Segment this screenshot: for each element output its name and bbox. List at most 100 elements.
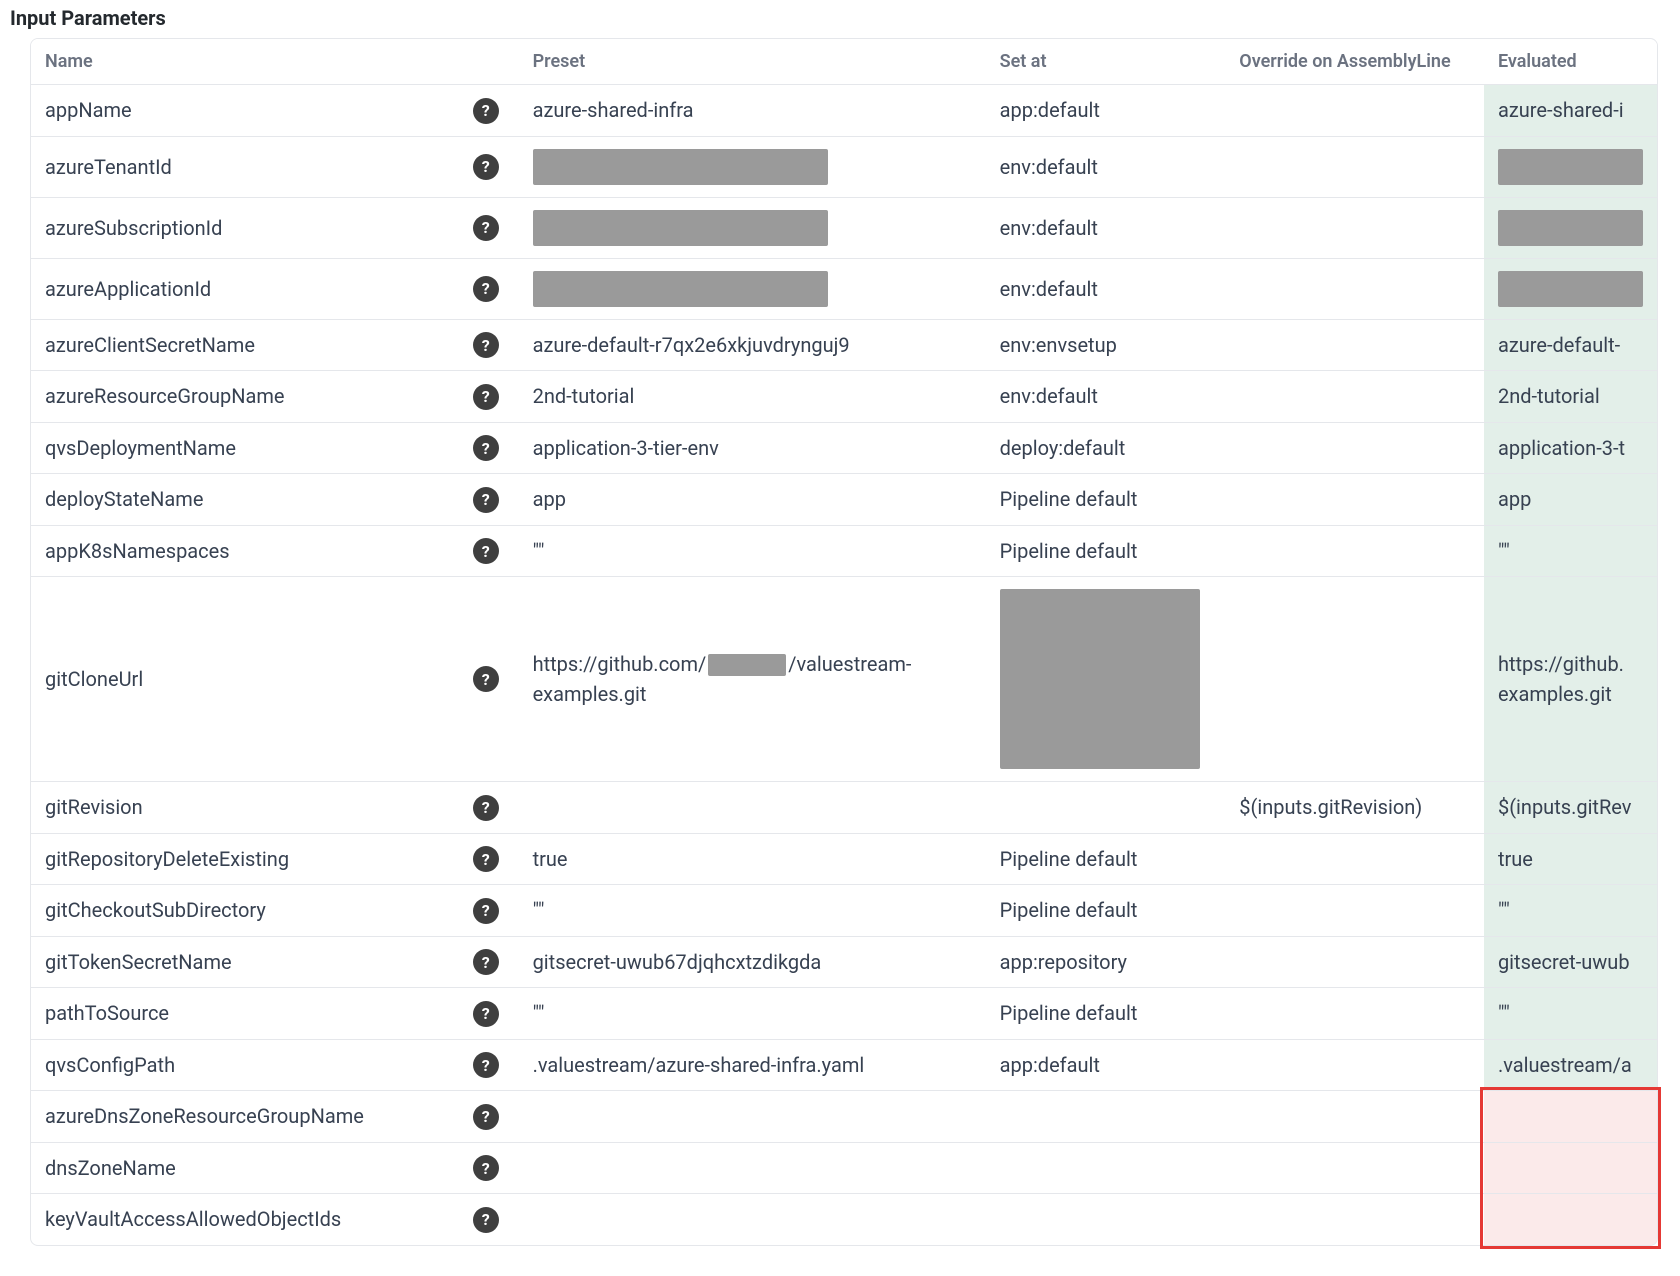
help-icon[interactable]: ? xyxy=(473,666,499,692)
param-help-cell: ? xyxy=(459,474,519,526)
help-icon[interactable]: ? xyxy=(473,1001,499,1027)
param-name: azureSubscriptionId xyxy=(31,197,459,258)
param-evaluated: .valuestream/a xyxy=(1484,1039,1657,1091)
param-setat xyxy=(986,1194,1226,1245)
help-icon[interactable]: ? xyxy=(473,1207,499,1233)
param-name: azureTenantId xyxy=(31,136,459,197)
param-override xyxy=(1225,1142,1484,1194)
param-help-cell: ? xyxy=(459,833,519,885)
table-row: gitCloneUrl?https://github.com//valuestr… xyxy=(31,577,1657,782)
param-setat: env:default xyxy=(986,371,1226,423)
help-icon[interactable]: ? xyxy=(473,846,499,872)
help-icon[interactable]: ? xyxy=(473,898,499,924)
param-help-cell: ? xyxy=(459,85,519,137)
col-setat: Set at xyxy=(986,39,1226,85)
param-override xyxy=(1225,1194,1484,1245)
param-override xyxy=(1225,197,1484,258)
param-preset xyxy=(519,136,986,197)
parameters-table: Name Preset Set at Override on AssemblyL… xyxy=(31,39,1657,1245)
param-help-cell: ? xyxy=(459,525,519,577)
help-icon[interactable]: ? xyxy=(473,154,499,180)
param-evaluated xyxy=(1484,197,1657,258)
param-preset xyxy=(519,1142,986,1194)
parameters-table-wrapper: Name Preset Set at Override on AssemblyL… xyxy=(30,38,1658,1246)
param-setat: env:default xyxy=(986,136,1226,197)
table-row: azureResourceGroupName?2nd-tutorialenv:d… xyxy=(31,371,1657,423)
param-name: dnsZoneName xyxy=(31,1142,459,1194)
redacted-block xyxy=(1498,210,1643,246)
param-preset xyxy=(519,197,986,258)
param-name: appK8sNamespaces xyxy=(31,525,459,577)
help-icon[interactable]: ? xyxy=(473,949,499,975)
param-setat: Pipeline default xyxy=(986,885,1226,937)
param-name: keyVaultAccessAllowedObjectIds xyxy=(31,1194,459,1245)
param-override xyxy=(1225,577,1484,782)
param-preset: "" xyxy=(519,885,986,937)
param-help-cell: ? xyxy=(459,988,519,1040)
param-override xyxy=(1225,988,1484,1040)
help-icon[interactable]: ? xyxy=(473,332,499,358)
param-preset xyxy=(519,782,986,834)
param-help-cell: ? xyxy=(459,1194,519,1245)
param-help-cell: ? xyxy=(459,258,519,319)
help-icon[interactable]: ? xyxy=(473,215,499,241)
param-help-cell: ? xyxy=(459,422,519,474)
table-header-row: Name Preset Set at Override on AssemblyL… xyxy=(31,39,1657,85)
help-icon[interactable]: ? xyxy=(473,435,499,461)
param-help-cell: ? xyxy=(459,782,519,834)
help-icon[interactable]: ? xyxy=(473,1155,499,1181)
param-evaluated: app xyxy=(1484,474,1657,526)
param-override xyxy=(1225,525,1484,577)
param-name: gitRevision xyxy=(31,782,459,834)
param-override xyxy=(1225,85,1484,137)
table-row: appK8sNamespaces?""Pipeline default"" xyxy=(31,525,1657,577)
help-icon[interactable]: ? xyxy=(473,384,499,410)
param-preset: "" xyxy=(519,988,986,1040)
param-evaluated xyxy=(1484,136,1657,197)
table-row: azureTenantId? env:default xyxy=(31,136,1657,197)
param-evaluated xyxy=(1484,1142,1657,1194)
param-override xyxy=(1225,1091,1484,1143)
param-evaluated: application-3-t xyxy=(1484,422,1657,474)
param-override xyxy=(1225,319,1484,371)
param-help-cell: ? xyxy=(459,936,519,988)
param-preset xyxy=(519,258,986,319)
table-row: azureClientSecretName?azure-default-r7qx… xyxy=(31,319,1657,371)
help-icon[interactable]: ? xyxy=(473,276,499,302)
param-preset: https://github.com//valuestream-examples… xyxy=(519,577,986,782)
param-name: azureClientSecretName xyxy=(31,319,459,371)
param-setat xyxy=(986,782,1226,834)
help-icon[interactable]: ? xyxy=(473,538,499,564)
param-evaluated xyxy=(1484,1194,1657,1245)
help-icon[interactable]: ? xyxy=(473,1052,499,1078)
redacted-block xyxy=(533,149,828,185)
param-setat: Pipeline default xyxy=(986,525,1226,577)
param-setat: app:repository xyxy=(986,936,1226,988)
param-preset: true xyxy=(519,833,986,885)
redacted-block xyxy=(533,271,828,307)
help-icon[interactable]: ? xyxy=(473,795,499,821)
col-evaluated: Evaluated xyxy=(1484,39,1657,85)
col-name: Name xyxy=(31,39,519,85)
param-override xyxy=(1225,474,1484,526)
col-preset: Preset xyxy=(519,39,986,85)
param-evaluated: true xyxy=(1484,833,1657,885)
param-preset: 2nd-tutorial xyxy=(519,371,986,423)
help-icon[interactable]: ? xyxy=(473,1104,499,1130)
col-override: Override on AssemblyLine xyxy=(1225,39,1484,85)
param-evaluated: "" xyxy=(1484,525,1657,577)
page: Input Parameters Name Preset Set at Over… xyxy=(0,0,1680,1266)
param-evaluated: 2nd-tutorial xyxy=(1484,371,1657,423)
table-row: gitRepositoryDeleteExisting?truePipeline… xyxy=(31,833,1657,885)
param-evaluated: $(inputs.gitRev xyxy=(1484,782,1657,834)
redacted-block xyxy=(1498,149,1643,185)
param-setat: Pipeline default xyxy=(986,833,1226,885)
param-name: azureDnsZoneResourceGroupName xyxy=(31,1091,459,1143)
param-name: pathToSource xyxy=(31,988,459,1040)
param-override xyxy=(1225,422,1484,474)
param-setat: env:default xyxy=(986,197,1226,258)
table-row: qvsDeploymentName?application-3-tier-env… xyxy=(31,422,1657,474)
help-icon[interactable]: ? xyxy=(473,487,499,513)
param-setat xyxy=(986,1091,1226,1143)
help-icon[interactable]: ? xyxy=(473,98,499,124)
